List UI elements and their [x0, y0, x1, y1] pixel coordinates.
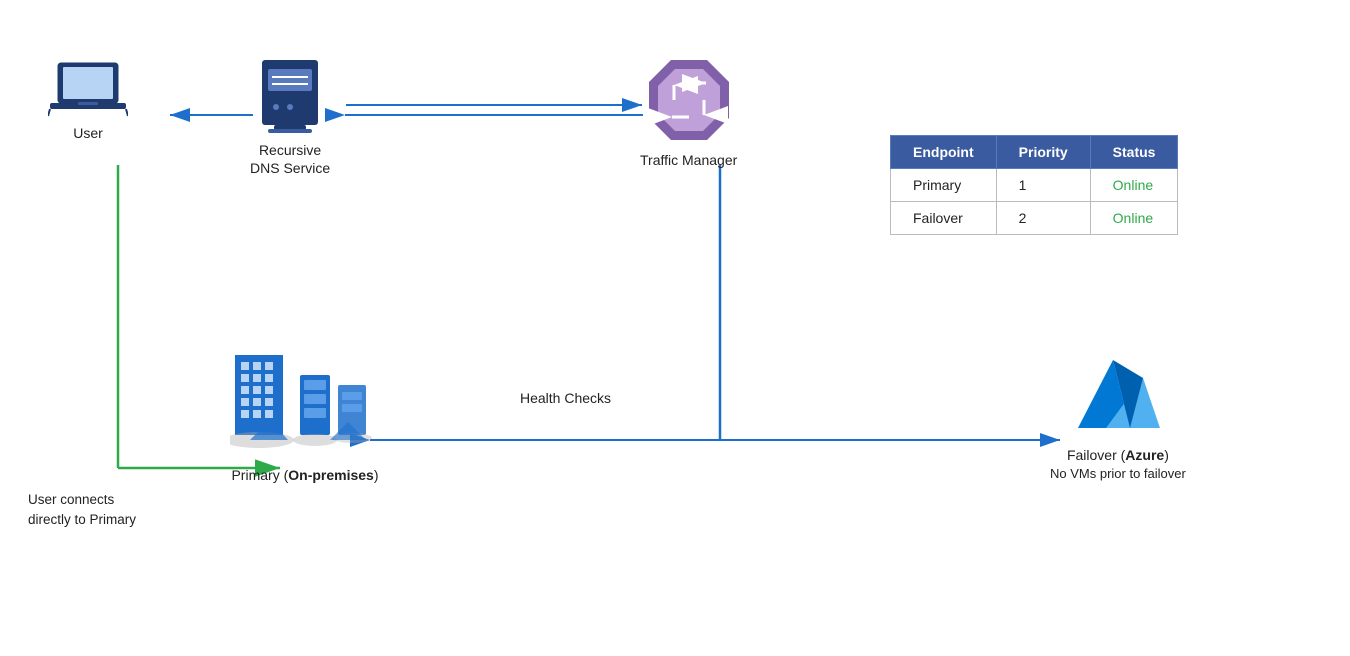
azure-icon-group: Failover (Azure)No VMs prior to failover [1050, 350, 1186, 483]
user-connects-label: User connectsdirectly to Primary [28, 490, 136, 531]
user-icon-group: User [48, 60, 128, 142]
priority-table: Endpoint Priority Status Primary 1 Onlin… [890, 135, 1178, 235]
endpoint-cell-1: Primary [891, 169, 997, 202]
health-checks-label: Health Checks [520, 390, 611, 406]
dns-label: RecursiveDNS Service [250, 141, 330, 177]
col-header-endpoint: Endpoint [891, 136, 997, 169]
azure-label: Failover (Azure)No VMs prior to failover [1050, 446, 1186, 483]
azure-logo-icon [1068, 350, 1168, 440]
table-row: Failover 2 Online [891, 202, 1178, 235]
col-header-priority: Priority [996, 136, 1090, 169]
status-cell-2: Online [1090, 202, 1178, 235]
diagram: User RecursiveDNS Service [0, 0, 1350, 656]
endpoint-cell-2: Failover [891, 202, 997, 235]
primary-servers-label: Primary (On-premises) [231, 466, 378, 484]
primary-servers-icon-group: Primary (On-premises) [230, 350, 380, 484]
user-label: User [73, 124, 103, 142]
dns-icon-group: RecursiveDNS Service [250, 55, 330, 177]
traffic-manager-icon-group: Traffic Manager [640, 55, 737, 169]
status-cell-1: Online [1090, 169, 1178, 202]
col-header-status: Status [1090, 136, 1178, 169]
traffic-manager-icon [644, 55, 734, 145]
table-row: Primary 1 Online [891, 169, 1178, 202]
servers-icon [230, 350, 380, 460]
priority-cell-2: 2 [996, 202, 1090, 235]
laptop-icon [48, 60, 128, 118]
priority-cell-1: 1 [996, 169, 1090, 202]
dns-server-icon [254, 55, 326, 135]
traffic-manager-label: Traffic Manager [640, 151, 737, 169]
